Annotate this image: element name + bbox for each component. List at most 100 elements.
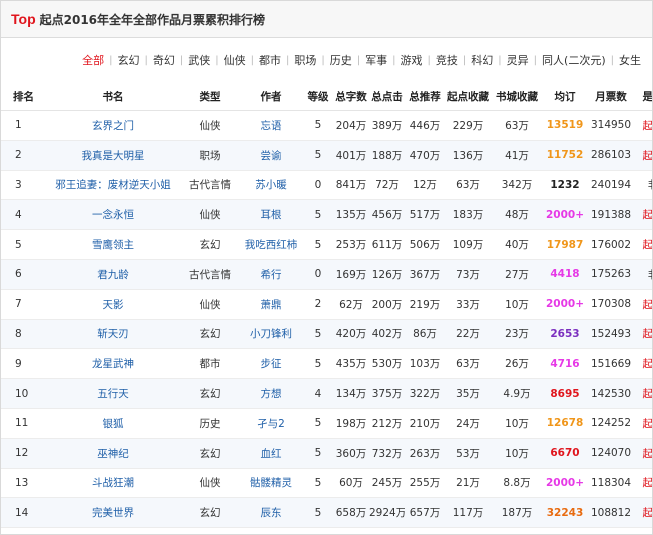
book-title-link[interactable]: 斩天刃 [97,328,129,340]
author-link[interactable]: 萧鼎 [261,299,282,311]
book-title-link[interactable]: 巫神纪 [97,448,129,460]
avg-subscription-cell: 2000+ [543,199,587,231]
premium-link[interactable]: 起点精品 [643,418,653,430]
author-link[interactable]: 苏小暖 [255,179,287,191]
avg-subscription-value: 17987 [546,238,584,251]
filter-tab[interactable]: 军事 [360,52,392,68]
premium-status-cell: 非精品 [635,259,652,290]
filter-tab[interactable]: 女生 [614,52,646,68]
avg-subscription-value: 11752 [546,149,584,162]
author-link[interactable]: 忘语 [261,120,282,132]
level-cell: 5 [303,408,333,439]
filter-tab[interactable]: 同人(二次元) [537,52,611,68]
filter-tab[interactable]: 灵异 [502,52,534,68]
premium-link[interactable]: 起点精品 [643,328,653,340]
word-count-cell: 62万 [333,289,369,320]
book-title-link[interactable]: 我真是大明星 [82,150,145,162]
filter-tab[interactable]: 都市 [254,52,286,68]
filter-tab[interactable]: 全部 [77,52,109,68]
book-title-link[interactable]: 玄界之门 [92,120,134,132]
type-cell: 历史 [181,408,239,439]
book-title-link[interactable]: 完美世界 [92,507,134,519]
type-cell: 仙侠 [181,110,239,141]
recommendations-cell: 103万 [405,348,445,380]
author-link[interactable]: 耳根 [261,209,282,221]
book-cell: 龙星武神 [45,348,181,380]
book-title-link[interactable]: 天影 [103,299,124,311]
filter-tab[interactable]: 游戏 [396,52,428,68]
book-title-link[interactable]: 君九龄 [97,269,129,281]
premium-link[interactable]: 起点精品 [643,299,653,311]
bookstore-favorites-cell: 8.8万 [491,468,543,499]
table-row: 15龙王传说玄幻唐家三少5177万379万359万40万98万140381078… [1,527,652,534]
author-link[interactable]: 方想 [261,388,282,400]
filter-tab[interactable]: 武侠 [183,52,215,68]
author-cell: 尝谕 [239,140,303,171]
author-cell: 辰东 [239,497,303,529]
premium-link[interactable]: 起点精品 [643,507,653,519]
avg-subscription-value: 8695 [550,387,580,400]
filter-tab[interactable]: 奇幻 [148,52,180,68]
monthly-votes-cell: 170308 [587,289,635,320]
premium-link[interactable]: 起点精品 [643,358,653,370]
non-premium-label: 非精品 [648,179,652,191]
clicks-cell: 456万 [369,199,405,231]
author-link[interactable]: 血红 [261,448,282,460]
author-cell: 方想 [239,378,303,409]
author-cell: 唐家三少 [239,527,303,534]
book-title-link[interactable]: 斗战狂潮 [92,477,134,489]
book-title-link[interactable]: 一念永恒 [92,209,134,221]
book-title-link[interactable]: 五行天 [97,388,129,400]
author-cell: 小刀锋利 [239,319,303,350]
premium-link[interactable]: 起点精品 [643,448,653,460]
premium-link[interactable]: 起点精品 [643,150,653,162]
top-label: Top [11,11,36,27]
premium-link[interactable]: 起点精品 [643,239,653,251]
level-cell: 5 [303,438,333,469]
premium-link[interactable]: 起点精品 [643,388,653,400]
rank-cell: 13 [1,468,45,499]
author-link[interactable]: 孑与2 [257,418,285,430]
author-link[interactable]: 辰东 [261,507,282,519]
word-count-cell: 420万 [333,319,369,350]
table-row: 4 一念永恒 仙侠 耳根 5 135万 456万 517万 183万 48万 2000+ 191388… [1,199,653,231]
filter-tab[interactable]: 玄幻 [113,52,145,68]
author-link[interactable]: 尝谕 [261,150,282,162]
word-count-cell: 401万 [333,140,369,171]
word-count-cell: 198万 [333,408,369,439]
table-row: 13 斗战狂潮 仙侠 骷髅精灵 5 60万 245万 255万 21万 8.8万 2000+ 1183… [1,468,653,499]
avg-subscription-cell: 4418 [543,259,587,290]
filter-tab[interactable]: 仙侠 [219,52,251,68]
premium-link[interactable]: 起点精品 [643,477,653,489]
filter-tab[interactable]: 职场 [289,52,321,68]
filter-tab[interactable]: 科幻 [466,52,498,68]
avg-subscription-cell: 32243 [543,497,587,529]
book-title-link[interactable]: 雪鹰领主 [92,239,134,251]
word-count-cell: 360万 [333,438,369,469]
rank-cell: 4 [1,199,45,231]
author-link[interactable]: 小刀锋利 [250,328,292,340]
type-cell: 都市 [181,348,239,380]
clicks-cell: 2924万 [369,497,405,529]
premium-link[interactable]: 起点精品 [643,209,653,221]
author-link[interactable]: 我吃西红柿 [245,239,298,251]
filter-tab[interactable]: 竞技 [431,52,463,68]
premium-status-cell: 起点精品 [635,378,653,409]
filter-tab[interactable]: 历史 [325,52,357,68]
book-cell: 一念永恒 [45,199,181,231]
author-link[interactable]: 步征 [261,358,282,370]
premium-link[interactable]: 起点精品 [643,120,653,132]
monthly-votes-cell: 176002 [587,229,635,260]
author-link[interactable]: 骷髅精灵 [250,477,292,489]
qidian-favorites-cell: 136万 [445,140,491,171]
monthly-votes-cell: 107826 [587,527,635,534]
book-title-link[interactable]: 银狐 [103,418,124,430]
book-title-link[interactable]: 龙星武神 [92,358,134,370]
type-cell: 玄幻 [181,319,239,350]
monthly-votes-cell: 175263 [587,259,635,290]
bookstore-favorites-cell: 4.9万 [491,378,543,409]
avg-subscription-value: 2000+ [545,298,585,311]
author-link[interactable]: 希行 [261,269,282,281]
book-title-link[interactable]: 邪王追妻：废材逆天小姐 [55,179,171,191]
bookstore-favorites-cell: 63万 [491,110,543,141]
